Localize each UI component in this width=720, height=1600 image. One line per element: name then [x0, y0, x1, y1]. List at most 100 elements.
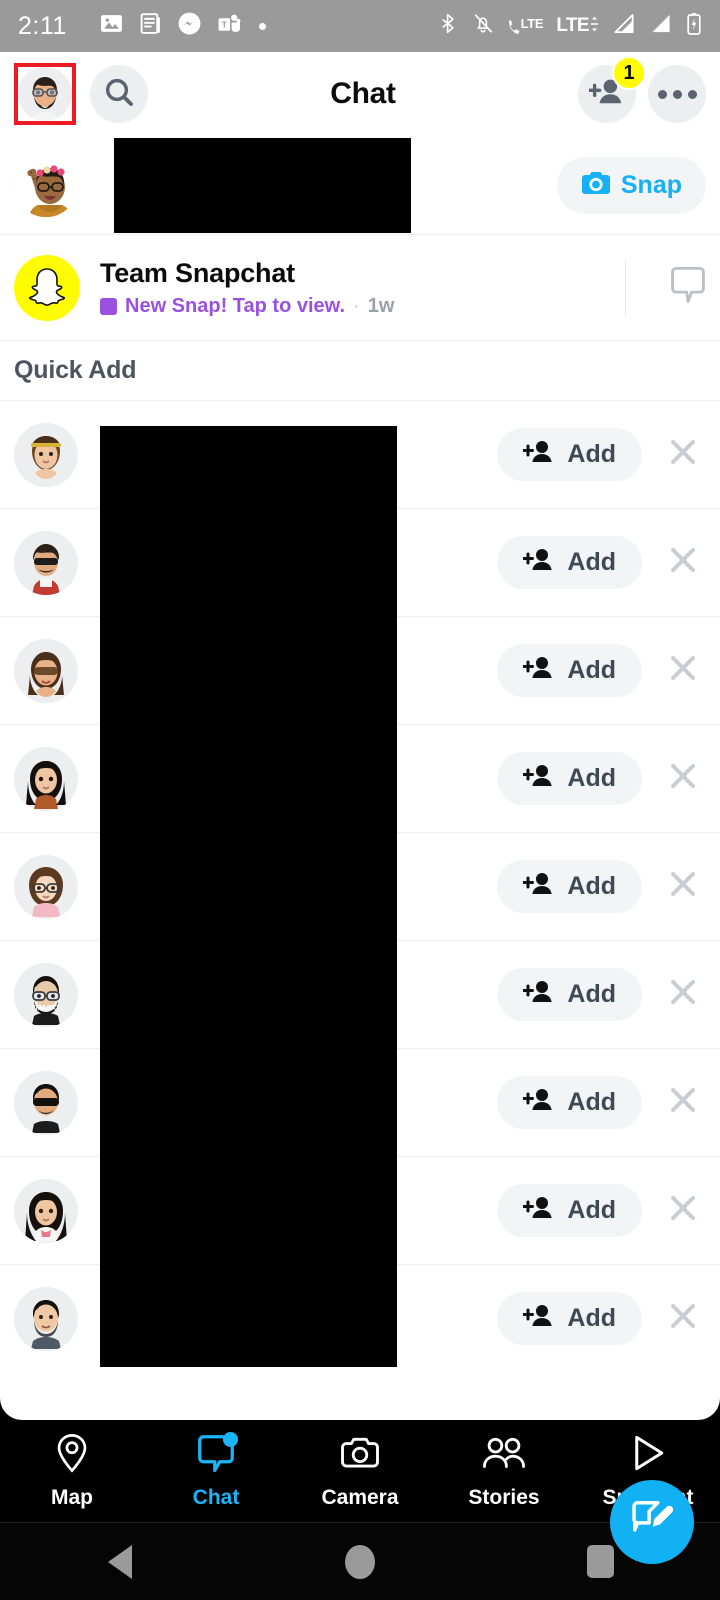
nav-item-chat[interactable]: Chat [144, 1431, 288, 1510]
svg-text:"MASK": "MASK" [32, 1005, 59, 1012]
conversation-row[interactable]: Snap [0, 136, 720, 234]
add-person-icon [522, 979, 555, 1010]
nav-label-chat: Chat [192, 1485, 240, 1509]
notifications-muted-icon [472, 12, 494, 40]
back-button[interactable] [0, 1544, 240, 1579]
row-divider [625, 259, 626, 316]
nav-item-stories[interactable]: Stories [432, 1433, 576, 1510]
status-bar-right: LTE LTE [438, 12, 702, 41]
camera-icon [340, 1433, 380, 1478]
signal-1-icon [612, 12, 636, 40]
dismiss-suggestion-button[interactable] [666, 1083, 700, 1122]
search-button[interactable] [90, 65, 148, 123]
add-button-label: Add [567, 440, 616, 468]
add-friend-button[interactable]: Add [497, 752, 642, 805]
teams-icon: T [216, 11, 241, 41]
add-button-label: Add [567, 1196, 616, 1224]
status-bar-left: 2:11 T [18, 11, 438, 41]
back-triangle-icon [108, 1544, 132, 1579]
dismiss-suggestion-button[interactable] [666, 435, 700, 474]
add-friend-button[interactable]: Add [497, 428, 642, 481]
bitmoji-man-sunglasses-red[interactable] [14, 530, 78, 595]
friend-bitmoji-avatar[interactable] [14, 153, 78, 217]
status-bar-clock: 2:11 [18, 11, 67, 40]
nav-label-camera: Camera [321, 1485, 399, 1509]
home-button[interactable] [240, 1544, 480, 1579]
home-circle-icon [345, 1544, 375, 1579]
quick-add-title: Quick Add [14, 356, 137, 384]
add-friend-button[interactable]: Add [497, 1076, 642, 1129]
add-button-label: Add [567, 1088, 616, 1116]
add-person-icon [522, 547, 555, 578]
bitmoji-woman-long-hair[interactable] [14, 1178, 78, 1243]
add-friend-button[interactable]: 1 [578, 56, 646, 123]
add-button-label: Add [567, 1304, 616, 1332]
dismiss-suggestion-button[interactable] [666, 651, 700, 690]
profile-avatar-highlight[interactable] [14, 63, 76, 125]
camera-icon [581, 169, 611, 202]
recents-square-icon [586, 1545, 614, 1578]
add-person-icon [522, 655, 555, 686]
bitmoji-man-beard-grey[interactable] [14, 1286, 78, 1351]
app-header: Chat 1 [0, 52, 720, 136]
add-friend-button[interactable]: Add [497, 644, 642, 697]
bluetooth-icon [438, 12, 459, 40]
subtitle-separator: · [353, 294, 360, 317]
nav-label-map: Map [51, 1485, 93, 1509]
bitmoji-woman-sunglasses[interactable] [14, 638, 78, 703]
nav-label-stories: Stories [468, 1485, 540, 1509]
dismiss-suggestion-button[interactable] [666, 1299, 700, 1338]
dismiss-suggestion-button[interactable] [666, 867, 700, 906]
add-person-icon [522, 1303, 555, 1334]
snap-button[interactable]: Snap [556, 156, 706, 214]
volte-label: LTE [520, 16, 544, 31]
status-bar: 2:11 T LTE LTE [0, 0, 720, 52]
team-snapchat-info: Team Snapchat New Snap! Tap to view. · 1… [100, 258, 394, 318]
bitmoji-woman-black-hair[interactable] [14, 746, 78, 811]
photo-icon [99, 11, 124, 41]
bitmoji-woman-glasses-curly[interactable] [14, 854, 78, 919]
add-friend-button[interactable]: Add [497, 536, 642, 589]
chat-bubble-icon [197, 1431, 238, 1478]
add-button-label: Add [567, 764, 616, 792]
add-friend-button[interactable]: Add [497, 968, 642, 1021]
dismiss-suggestion-button[interactable] [666, 543, 700, 582]
more-options-button[interactable] [648, 65, 706, 123]
bitmoji-man-mask-glasses[interactable]: "MASK" [14, 962, 78, 1027]
add-button-label: Add [567, 980, 616, 1008]
team-snapchat-status: New Snap! Tap to view. [125, 294, 346, 317]
news-icon [138, 11, 163, 41]
volte-icon: LTE [507, 15, 544, 37]
add-friend-button[interactable]: Add [497, 860, 642, 913]
add-friend-button[interactable]: Add [497, 1292, 642, 1345]
team-snapchat-name: Team Snapchat [100, 257, 295, 288]
dismiss-suggestion-button[interactable] [666, 759, 700, 798]
map-pin-icon [53, 1433, 91, 1478]
snap-button-label: Snap [620, 170, 682, 199]
dismiss-suggestion-button[interactable] [666, 1191, 700, 1230]
dismiss-suggestion-button[interactable] [666, 975, 700, 1014]
nav-item-map[interactable]: Map [0, 1433, 144, 1510]
search-icon [103, 76, 135, 113]
nav-item-camera[interactable]: Camera [288, 1433, 432, 1510]
messenger-icon [177, 11, 202, 41]
new-chat-fab[interactable] [610, 1480, 694, 1564]
bitmoji-girl-headband[interactable] [14, 422, 78, 487]
snapchat-ghost-icon [14, 254, 80, 321]
chat-list[interactable]: Snap Team Snapchat New Snap! Tap to view… [0, 136, 720, 1420]
chat-bubble-icon[interactable] [670, 266, 706, 309]
header-actions: 1 [578, 56, 706, 123]
team-snapchat-row[interactable]: Team Snapchat New Snap! Tap to view. · 1… [0, 234, 720, 340]
battery-charging-icon [686, 12, 702, 41]
bitmoji-man-sunglasses-black[interactable] [14, 1070, 78, 1135]
add-friend-button[interactable]: Add [497, 1184, 642, 1237]
recents-button[interactable] [480, 1545, 720, 1578]
profile-avatar[interactable] [18, 67, 72, 121]
dot-icon [258, 22, 266, 30]
team-snapchat-timestamp: 1w [367, 294, 395, 317]
add-friend-badge: 1 [612, 56, 646, 90]
add-button-label: Add [567, 872, 616, 900]
more-options-icon [657, 89, 697, 99]
add-button-label: Add [567, 548, 616, 576]
chat-unread-dot [223, 1431, 238, 1447]
